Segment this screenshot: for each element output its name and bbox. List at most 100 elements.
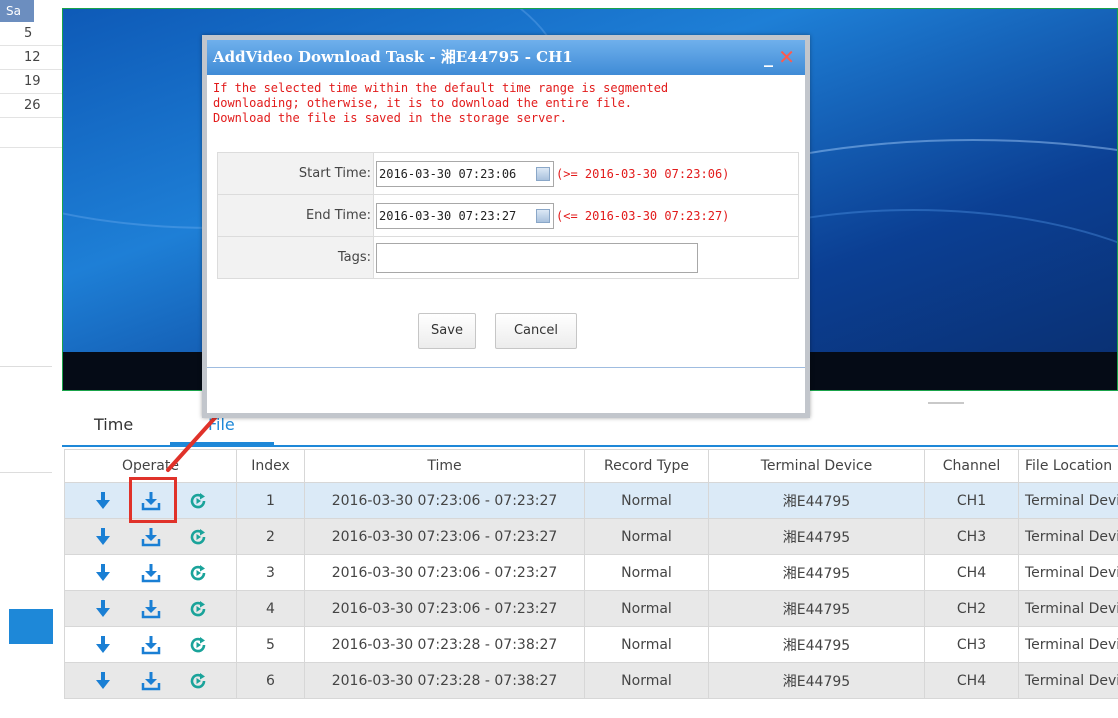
- table-row[interactable]: 6 2016-03-30 07:23:28 - 07:38:27 Normal 湘E4…: [64, 662, 1118, 699]
- calendar-day[interactable]: 12: [0, 46, 62, 70]
- column-header-index[interactable]: Index: [236, 449, 305, 483]
- time-cell: 2016-03-30 07:23:28 - 07:38:27: [304, 626, 585, 663]
- playback-icon[interactable]: [186, 525, 210, 549]
- start-time-value: 2016-03-30 07:23:06: [379, 166, 517, 181]
- save-button[interactable]: Save: [418, 313, 476, 349]
- playback-icon[interactable]: [186, 489, 210, 513]
- record-type-cell: Normal: [584, 482, 709, 519]
- index-cell: 5: [236, 626, 305, 663]
- file-table: Operate Index Time Record Type Terminal …: [64, 449, 1118, 699]
- index-cell: 6: [236, 662, 305, 699]
- side-panel-button[interactable]: [9, 609, 53, 644]
- calendar-icon[interactable]: [536, 208, 550, 223]
- start-time-input[interactable]: 2016-03-30 07:23:06: [376, 160, 554, 187]
- notice-line: If the selected time within the default …: [213, 81, 669, 95]
- column-header-record-type[interactable]: Record Type: [584, 449, 709, 483]
- download-tray-icon[interactable]: [139, 489, 163, 513]
- download-tray-icon[interactable]: [139, 597, 163, 621]
- table-header-row: Operate Index Time Record Type Terminal …: [64, 449, 1118, 483]
- calendar-day[interactable]: 5: [0, 22, 62, 46]
- channel-cell: CH1: [924, 482, 1019, 519]
- file-location-cell: Terminal Device: [1018, 662, 1118, 699]
- time-cell: 2016-03-30 07:23:06 - 07:23:27: [304, 590, 585, 627]
- index-cell: 1: [236, 482, 305, 519]
- add-download-task-dialog: AddVideo Download Task - 湘E44795 - CH1 _…: [202, 35, 810, 418]
- download-form: Start Time: 2016-03-30 07:23:06 (>= 2016…: [217, 152, 799, 279]
- column-header-file-location[interactable]: File Location: [1018, 449, 1118, 483]
- time-cell: 2016-03-30 07:23:28 - 07:38:27: [304, 662, 585, 699]
- playback-icon[interactable]: [186, 669, 210, 693]
- tab-time[interactable]: Time: [94, 405, 133, 445]
- start-time-label: Start Time:: [217, 152, 374, 195]
- notice-line: downloading; otherwise, it is to downloa…: [213, 96, 633, 110]
- arrow-down-icon[interactable]: [91, 525, 115, 549]
- close-icon[interactable]: ✕: [778, 40, 795, 75]
- download-tray-icon[interactable]: [139, 561, 163, 585]
- index-cell: 4: [236, 590, 305, 627]
- terminal-device-cell: 湘E44795: [708, 590, 925, 627]
- arrow-down-icon[interactable]: [91, 489, 115, 513]
- end-time-hint: (<= 2016-03-30 07:23:27): [556, 208, 730, 223]
- operate-cell: [64, 626, 237, 663]
- terminal-device-cell: 湘E44795: [708, 518, 925, 555]
- cancel-button[interactable]: Cancel: [495, 313, 577, 349]
- playback-icon[interactable]: [186, 633, 210, 657]
- end-time-label: End Time:: [217, 194, 374, 237]
- arrow-down-icon[interactable]: [91, 669, 115, 693]
- tags-input[interactable]: [376, 242, 698, 273]
- file-location-cell: Terminal Device: [1018, 482, 1118, 519]
- channel-cell: CH3: [924, 518, 1019, 555]
- operate-cell: [64, 554, 237, 591]
- table-row[interactable]: 2 2016-03-30 07:23:06 - 07:23:27 Normal 湘E4…: [64, 518, 1118, 555]
- operate-cell: [64, 662, 237, 699]
- download-tray-icon[interactable]: [139, 633, 163, 657]
- form-row-tags: Tags:: [217, 236, 799, 279]
- operate-cell: [64, 482, 237, 519]
- dialog-title-bar[interactable]: AddVideo Download Task - 湘E44795 - CH1 _…: [207, 40, 805, 75]
- record-type-cell: Normal: [584, 626, 709, 663]
- divider: [0, 366, 52, 367]
- arrow-down-icon[interactable]: [91, 633, 115, 657]
- form-row-start-time: Start Time: 2016-03-30 07:23:06 (>= 2016…: [217, 152, 799, 195]
- dialog-footer-divider: [207, 367, 805, 368]
- arrow-down-icon[interactable]: [91, 597, 115, 621]
- time-cell: 2016-03-30 07:23:06 - 07:23:27: [304, 518, 585, 555]
- download-notice: If the selected time within the default …: [207, 75, 805, 126]
- download-tray-icon[interactable]: [139, 525, 163, 549]
- index-cell: 2: [236, 518, 305, 555]
- table-row[interactable]: 3 2016-03-30 07:23:06 - 07:23:27 Normal 湘E4…: [64, 554, 1118, 591]
- calendar-icon[interactable]: [536, 166, 550, 181]
- end-time-input[interactable]: 2016-03-30 07:23:27: [376, 202, 554, 229]
- arrow-down-icon[interactable]: [91, 561, 115, 585]
- download-tray-icon[interactable]: [139, 669, 163, 693]
- calendar-day[interactable]: 19: [0, 70, 62, 94]
- terminal-device-cell: 湘E44795: [708, 662, 925, 699]
- calendar-weekday-header: Sa: [0, 0, 34, 22]
- table-row[interactable]: 5 2016-03-30 07:23:28 - 07:38:27 Normal 湘E4…: [64, 626, 1118, 663]
- playback-icon[interactable]: [186, 561, 210, 585]
- dialog-title: AddVideo Download Task - 湘E44795 - CH1: [213, 48, 573, 66]
- start-time-hint: (>= 2016-03-30 07:23:06): [556, 166, 730, 181]
- terminal-device-cell: 湘E44795: [708, 626, 925, 663]
- tags-label: Tags:: [217, 236, 374, 279]
- column-header-terminal-device[interactable]: Terminal Device: [708, 449, 925, 483]
- calendar-day-empty: [0, 118, 62, 148]
- resize-handle[interactable]: [928, 402, 964, 404]
- record-type-cell: Normal: [584, 662, 709, 699]
- operate-cell: [64, 590, 237, 627]
- channel-cell: CH3: [924, 626, 1019, 663]
- table-row[interactable]: 4 2016-03-30 07:23:06 - 07:23:27 Normal 湘E4…: [64, 590, 1118, 627]
- form-row-end-time: End Time: 2016-03-30 07:23:27 (<= 2016-0…: [217, 194, 799, 237]
- calendar-day[interactable]: 26: [0, 94, 62, 118]
- playback-icon[interactable]: [186, 597, 210, 621]
- channel-cell: CH4: [924, 662, 1019, 699]
- record-type-cell: Normal: [584, 554, 709, 591]
- column-header-time[interactable]: Time: [304, 449, 585, 483]
- end-time-value: 2016-03-30 07:23:27: [379, 208, 517, 223]
- channel-cell: CH2: [924, 590, 1019, 627]
- operate-cell: [64, 518, 237, 555]
- column-header-channel[interactable]: Channel: [924, 449, 1019, 483]
- terminal-device-cell: 湘E44795: [708, 554, 925, 591]
- table-row[interactable]: 1 2016-03-30 07:23:06 - 07:23:27 Normal 湘E4…: [64, 482, 1118, 519]
- minimize-icon[interactable]: _: [764, 40, 773, 75]
